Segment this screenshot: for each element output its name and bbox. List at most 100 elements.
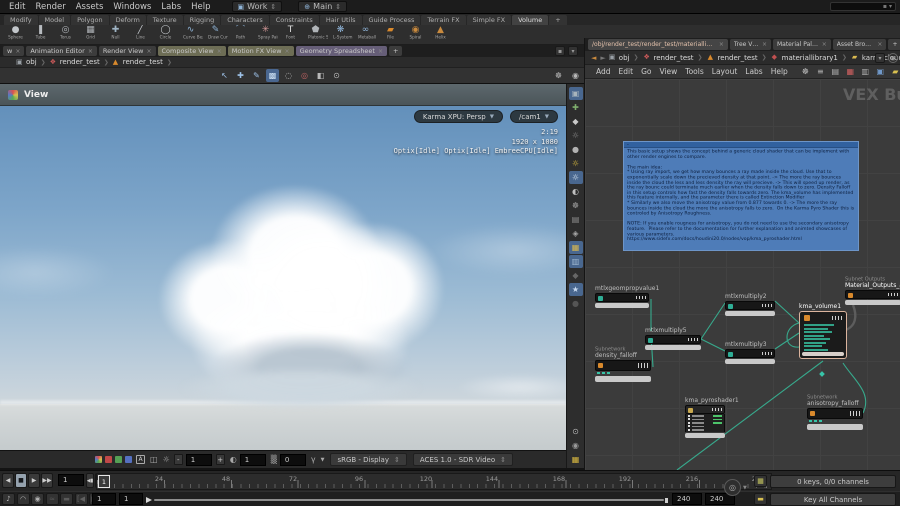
shelf-tab[interactable]: Guide Process — [362, 15, 421, 25]
viewport-pane-header[interactable]: View — [0, 84, 566, 106]
dither-icon[interactable]: ▒ — [271, 455, 277, 464]
goto-range-start-icon[interactable]: [◀ — [74, 493, 88, 505]
viewport-3d-view[interactable]: Karma XPU: Persp ▼ /cam1 ▼ 2:19 1920 x 1… — [0, 106, 566, 450]
key-icon[interactable]: ▬ — [754, 493, 767, 505]
range-end-field[interactable]: 240 — [672, 493, 702, 505]
display-settings-gear-icon[interactable]: ☸ — [569, 199, 583, 212]
multi-view-icon[interactable]: ◈ — [569, 227, 583, 240]
shelf-tab[interactable]: Hair Utils — [319, 15, 362, 25]
pane-tab[interactable]: Tree View × — [729, 39, 771, 50]
camera-icon[interactable]: ⊙ — [330, 69, 343, 82]
pane-tab[interactable]: Material Palette × — [772, 39, 831, 50]
gain-minus-button[interactable]: - — [173, 454, 183, 465]
offset-field[interactable]: 0 — [279, 453, 306, 466]
shelf-tab[interactable]: Polygon — [71, 15, 109, 25]
shelf-tab[interactable]: Texture — [146, 15, 183, 25]
breadcrumb-item[interactable]: ▣ obj ❯ — [16, 58, 50, 66]
sticky-note[interactable]: - This basic setup shows the concept beh… — [623, 141, 859, 251]
list-view-icon[interactable]: ▤ — [830, 66, 841, 77]
color-palette-icon[interactable]: ▦ — [568, 241, 583, 254]
snapshot-camera-icon[interactable]: ⊙ — [569, 425, 583, 438]
shelf-tool[interactable]: T Font — [278, 25, 303, 44]
pane-tab[interactable]: Render View × — [98, 46, 156, 56]
shelf-tool[interactable]: ▲ Helix — [428, 25, 453, 44]
shelf-tool[interactable]: ◎ Torus — [53, 25, 78, 44]
shelf-tab[interactable]: Rigging — [183, 15, 221, 25]
menu-item[interactable]: Assets — [71, 2, 109, 12]
playback-range-slider[interactable] — [146, 497, 668, 503]
breadcrumb-item[interactable]: ▲ render_test ❯ — [708, 54, 771, 62]
shelf-tool[interactable]: ▰ File — [378, 25, 403, 44]
forward-arrow-icon[interactable]: ► — [600, 54, 605, 62]
shelf-tool[interactable]: ∿ Curve Bezier — [178, 25, 203, 44]
breadcrumb-item[interactable]: ▲ render_test ❯ — [113, 58, 176, 66]
sphere-dim-icon[interactable]: ● — [569, 297, 583, 310]
menu-item[interactable]: Labs — [741, 67, 766, 76]
keys-summary-button[interactable]: 0 keys, 0/0 channels — [770, 475, 896, 488]
lock-camera-icon[interactable]: ◆ — [569, 115, 583, 128]
shelf-tool[interactable]: ◉ Spiral — [403, 25, 428, 44]
dim-light-icon[interactable]: ☼ — [569, 129, 583, 142]
shelf-tool[interactable]: ❚ Tube — [28, 25, 53, 44]
menu-item[interactable]: Help — [186, 2, 215, 12]
shelf-tab[interactable]: Simple FX — [466, 15, 512, 25]
pane-maximize-icon[interactable]: ▪ — [555, 46, 565, 56]
view-transform-selector[interactable]: ACES 1.0 - SDR Video ⇕ — [412, 453, 514, 466]
shelf-tool[interactable]: ✎ Draw Curve — [203, 25, 228, 44]
auto-key-icon[interactable]: ◉ — [31, 493, 44, 505]
brightness-icon[interactable]: ☼ — [163, 455, 170, 464]
dark-diamond-icon[interactable]: ◆ — [569, 269, 583, 282]
shelf-set-selector[interactable]: ▣ Work ⇕ — [231, 1, 283, 12]
snapshot-panel-icon[interactable]: ▣ — [875, 66, 886, 77]
shelf-tab[interactable]: Characters — [221, 15, 269, 25]
breadcrumb-item[interactable]: ❖ render_test ❯ — [643, 54, 706, 62]
headlight-icon[interactable]: ☼ — [569, 157, 583, 170]
display-space-selector[interactable]: sRGB - Display ⇕ — [330, 453, 407, 466]
node-mtlxgeompropvalue1[interactable]: mtlxgeompropvalue1 — [595, 285, 659, 308]
shelf-tab[interactable]: Model — [38, 15, 71, 25]
view-list-icon[interactable]: ▤ — [569, 213, 583, 226]
audio-toggle-icon[interactable]: ♪ — [2, 493, 15, 505]
menu-item[interactable]: Layout — [708, 67, 742, 76]
breadcrumb-item[interactable]: ❖ render_test ❯ — [50, 58, 113, 66]
show-normals-icon[interactable]: ✚ — [569, 101, 583, 114]
desktop-selector[interactable]: ⊕ Main ⇕ — [298, 1, 348, 12]
lighting-mode-icon[interactable]: ☼ — [568, 171, 583, 184]
shelf-tool[interactable]: ╱ Line — [128, 25, 153, 44]
dopnet-slider-icon[interactable]: ▬ — [60, 493, 73, 505]
network-canvas[interactable]: VEX Builder - This basic setup shows the… — [585, 79, 900, 470]
node-kma_pyroshader1[interactable]: kma_pyroshader1 — [685, 397, 739, 438]
pane-tab[interactable]: Animation Editor × — [26, 46, 97, 56]
node-anisotropy_falloff[interactable]: Subnetwork anisotropy_falloff — [807, 393, 863, 430]
shelf-tool[interactable]: ❋ L-System — [328, 25, 353, 44]
tab-close-icon[interactable]: × — [15, 48, 20, 55]
timeline-ruler[interactable]: 1 24487296120144168192216240 — [96, 473, 772, 490]
chevron-down-icon[interactable]: ▼ — [321, 457, 325, 463]
sim-cache-icon[interactable]: ≈ — [45, 493, 59, 505]
prev-key-button[interactable]: ◀▮ — [86, 473, 94, 488]
tab-close-icon[interactable]: × — [822, 41, 827, 48]
display-options-gear-icon[interactable]: ☸ — [552, 69, 565, 82]
camera-selector[interactable]: /cam1 ▼ — [509, 110, 558, 123]
pane-tab[interactable]: + × — [389, 46, 403, 56]
color-palette-icon[interactable]: ▦ — [845, 66, 856, 77]
ghost-other-objects-icon[interactable]: ◫ — [150, 455, 158, 464]
stop-button[interactable]: ■ — [15, 473, 27, 488]
menu-item[interactable]: Tools — [681, 67, 707, 76]
window-controls[interactable]: ▪ ▾ — [830, 2, 896, 11]
shade-mode-icon[interactable]: ◐ — [569, 185, 583, 198]
viewport-layout-icon[interactable]: ▣ — [568, 87, 583, 100]
shelf-tool[interactable]: ✳ Spray Paint — [253, 25, 278, 44]
menu-item[interactable]: Render — [30, 2, 70, 12]
material-sphere-icon[interactable]: ● — [569, 143, 583, 156]
keyframes-icon[interactable]: ▦ — [754, 475, 767, 487]
pane-tab[interactable]: Motion FX View × — [227, 46, 294, 56]
range-start2-field[interactable]: 1 — [119, 493, 143, 505]
secure-selection-icon[interactable]: ▩ — [266, 69, 279, 82]
fast-forward-button[interactable]: ▶▶ — [41, 473, 53, 488]
play-button[interactable]: ▶ — [28, 473, 40, 488]
current-frame-field[interactable]: 1 — [58, 474, 84, 486]
green-channel-icon[interactable] — [115, 456, 122, 463]
contrast-field[interactable]: 1 — [239, 453, 266, 466]
pane-tab[interactable]: w × — [3, 46, 25, 56]
